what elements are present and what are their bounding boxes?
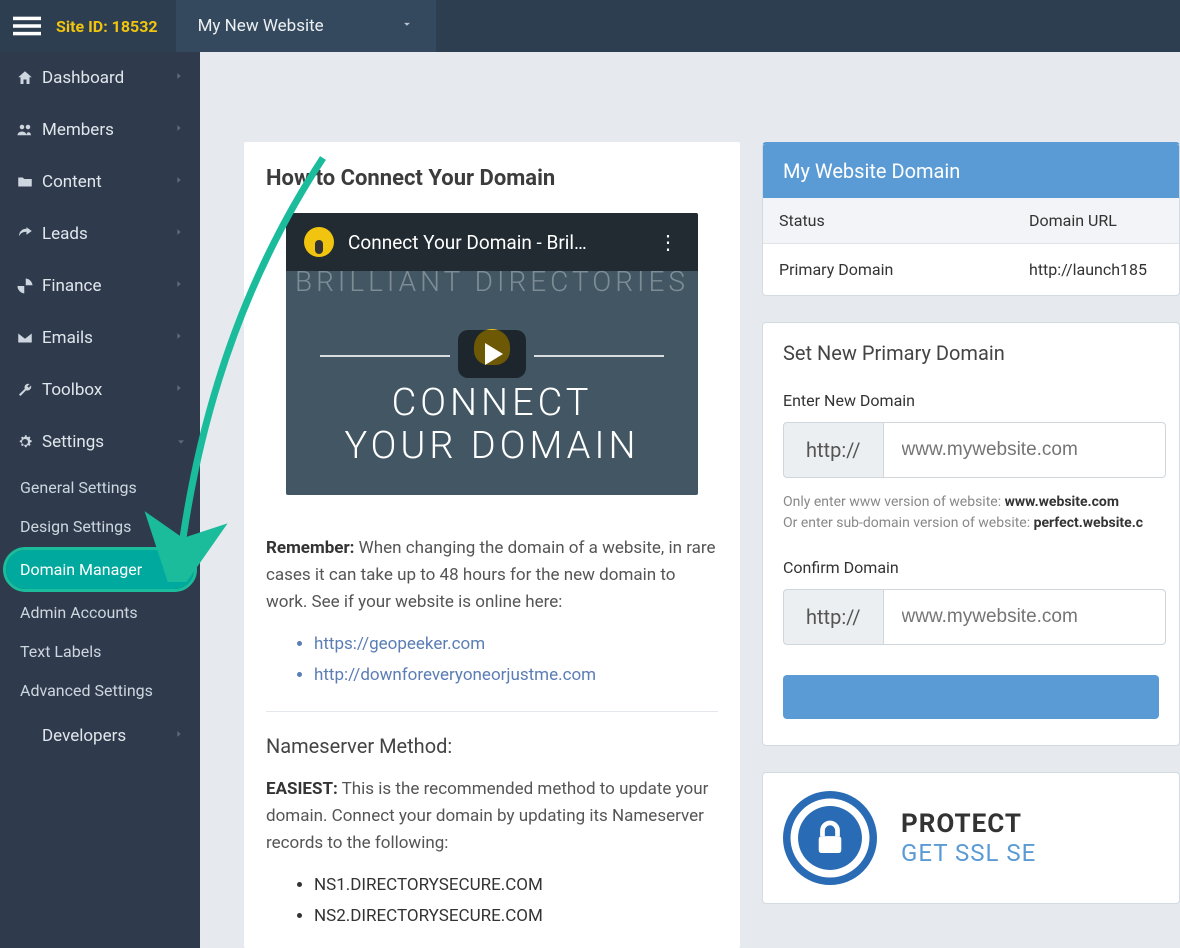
set-domain-heading: Set New Primary Domain bbox=[783, 341, 1159, 365]
sidebar-item-leads[interactable]: Leads bbox=[0, 208, 200, 260]
nameserver-heading: Nameserver Method: bbox=[266, 730, 718, 762]
sidebar-item-members[interactable]: Members bbox=[0, 104, 200, 156]
site-selector[interactable]: My New Website bbox=[176, 0, 436, 52]
menu-icon bbox=[13, 12, 41, 40]
video-header: Connect Your Domain - Bril… ⋮ bbox=[286, 213, 698, 271]
sidebar-item-dashboard[interactable]: Dashboard bbox=[0, 52, 200, 104]
sidebar-item-label: Settings bbox=[42, 432, 104, 452]
play-button[interactable] bbox=[458, 330, 526, 378]
chevron-right-icon bbox=[174, 68, 184, 88]
topbar: Site ID: 18532 My New Website bbox=[0, 0, 1180, 52]
sidebar-item-label: Members bbox=[42, 120, 114, 140]
chevron-right-icon bbox=[174, 328, 184, 348]
folder-icon bbox=[16, 173, 42, 191]
http-prefix: http:// bbox=[783, 422, 883, 478]
col-url: Domain URL bbox=[1013, 198, 1179, 243]
sidebar-item-label: Emails bbox=[42, 328, 93, 348]
table-header: Status Domain URL bbox=[763, 198, 1179, 244]
ssl-line2: GET SSL SE bbox=[901, 839, 1036, 867]
sidebar-item-label: Developers bbox=[42, 726, 126, 746]
sidebar-subitem-general-settings[interactable]: General Settings bbox=[0, 468, 200, 507]
how-to-body: Remember: When changing the domain of a … bbox=[266, 535, 718, 948]
ns-record: NS2.DIRECTORYSECURE.COM bbox=[314, 903, 718, 930]
site-id-label: Site ID: 18532 bbox=[54, 17, 176, 36]
sidebar-subitem-admin-accounts[interactable]: Admin Accounts bbox=[0, 593, 200, 632]
sidebar-item-developers[interactable]: Developers bbox=[0, 710, 200, 762]
sidebar-item-toolbox[interactable]: Toolbox bbox=[0, 364, 200, 416]
chevron-right-icon bbox=[174, 276, 184, 296]
sidebar-item-label: Leads bbox=[42, 224, 88, 244]
users-icon bbox=[16, 121, 42, 139]
easiest-label: EASIEST: bbox=[266, 779, 338, 799]
submit-button[interactable] bbox=[783, 675, 1159, 719]
video-title: Connect Your Domain - Bril… bbox=[348, 231, 587, 254]
chevron-right-icon bbox=[169, 437, 189, 447]
ssl-line1: PROTECT bbox=[901, 809, 1036, 839]
sidebar-item-emails[interactable]: Emails bbox=[0, 312, 200, 364]
how-to-heading: How to Connect Your Domain bbox=[266, 166, 718, 191]
chevron-down-icon bbox=[400, 16, 414, 36]
chevron-right-icon bbox=[174, 172, 184, 192]
ns-record: NS1.DIRECTORYSECURE.COM bbox=[314, 872, 718, 899]
chevron-right-icon bbox=[174, 224, 184, 244]
gear-icon bbox=[16, 433, 42, 451]
sidebar-item-label: Toolbox bbox=[42, 380, 102, 400]
sidebar-subitem-domain-manager[interactable]: Domain Manager bbox=[6, 550, 194, 589]
chevron-right-icon bbox=[174, 726, 184, 746]
sidebar-item-settings[interactable]: Settings bbox=[0, 416, 200, 468]
bulb-icon bbox=[304, 227, 334, 257]
right-column: My Website Domain Status Domain URL Prim… bbox=[762, 142, 1180, 930]
enter-domain-label: Enter New Domain bbox=[783, 391, 1159, 410]
panel-heading: My Website Domain bbox=[763, 144, 1179, 198]
link-geopeeker[interactable]: https://geopeeker.com bbox=[314, 631, 718, 658]
sidebar: Dashboard Members Content Leads Finance Email… bbox=[0, 52, 200, 948]
remember-label: Remember: bbox=[266, 538, 354, 558]
divider bbox=[266, 711, 718, 712]
video-thumbnail[interactable]: BRILLIANT DIRECTORIES CONNECTYOUR DOMAIN… bbox=[286, 213, 698, 495]
confirm-domain-label: Confirm Domain bbox=[783, 558, 1159, 577]
chevron-right-icon bbox=[174, 380, 184, 400]
divider-line bbox=[320, 355, 450, 357]
sidebar-subitem-advanced-settings[interactable]: Advanced Settings bbox=[0, 671, 200, 710]
new-domain-input[interactable] bbox=[883, 422, 1166, 478]
cell-status: Primary Domain bbox=[763, 244, 1013, 295]
ssl-panel: PROTECT GET SSL SE bbox=[762, 772, 1180, 904]
col-status: Status bbox=[763, 198, 1013, 243]
site-name: My New Website bbox=[198, 16, 324, 36]
share-icon bbox=[16, 225, 42, 243]
chevron-right-icon bbox=[174, 120, 184, 140]
set-domain-panel: Set New Primary Domain Enter New Domain … bbox=[762, 322, 1180, 746]
pie-icon bbox=[16, 277, 42, 295]
sidebar-subitem-text-labels[interactable]: Text Labels bbox=[0, 632, 200, 671]
sidebar-item-label: Content bbox=[42, 172, 102, 192]
sidebar-item-finance[interactable]: Finance bbox=[0, 260, 200, 312]
wrench-icon bbox=[16, 381, 42, 399]
sliders-icon bbox=[16, 727, 42, 745]
link-downfor[interactable]: http://downforeveryoneorjustme.com bbox=[314, 662, 718, 689]
sidebar-item-label: Dashboard bbox=[42, 68, 124, 88]
home-icon bbox=[16, 69, 42, 87]
sidebar-item-label: Finance bbox=[42, 276, 101, 296]
lock-icon bbox=[783, 791, 877, 885]
sidebar-subitem-design-settings[interactable]: Design Settings bbox=[0, 507, 200, 546]
more-icon[interactable]: ⋮ bbox=[658, 230, 680, 254]
how-to-panel: How to Connect Your Domain BRILLIANT DIR… bbox=[244, 142, 740, 948]
divider-line bbox=[534, 355, 664, 357]
sidebar-item-content[interactable]: Content bbox=[0, 156, 200, 208]
table-row: Primary Domain http://launch185 bbox=[763, 244, 1179, 295]
envelope-icon bbox=[16, 329, 42, 347]
cell-url: http://launch185 bbox=[1013, 244, 1179, 295]
my-domain-panel: My Website Domain Status Domain URL Prim… bbox=[762, 142, 1180, 296]
help-text: Only enter www version of website: www.w… bbox=[783, 492, 1159, 534]
http-prefix: http:// bbox=[783, 589, 883, 645]
confirm-domain-input[interactable] bbox=[883, 589, 1166, 645]
hamburger-menu[interactable] bbox=[0, 0, 54, 52]
video-overlay-text: CONNECTYOUR DOMAIN bbox=[286, 382, 698, 469]
